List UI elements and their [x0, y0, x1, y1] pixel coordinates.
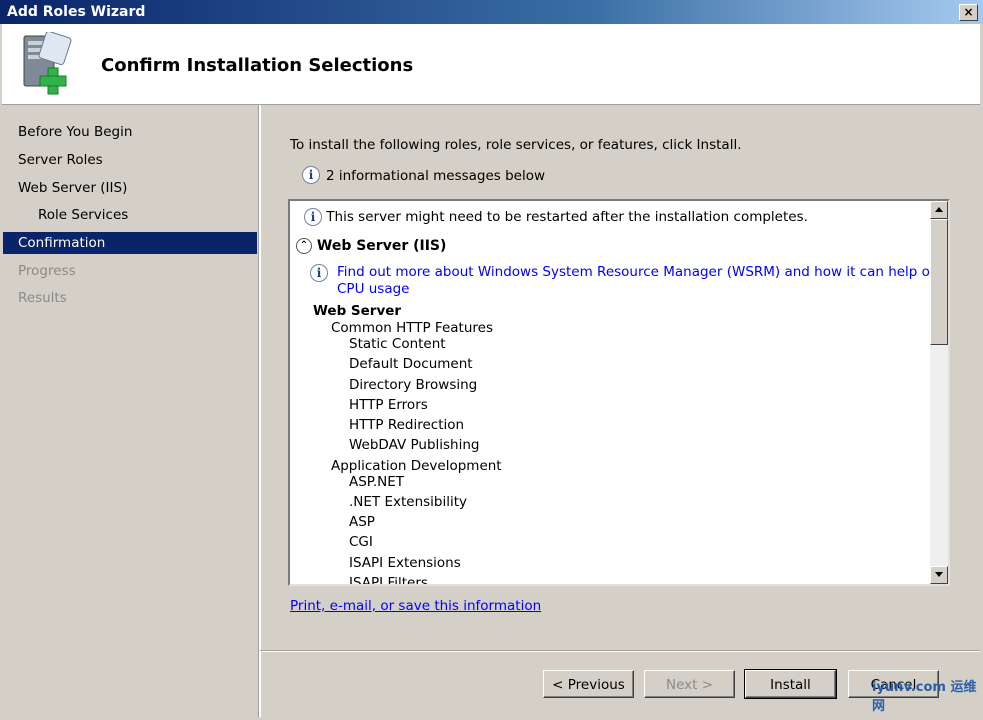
chevron-up-circle-icon[interactable]: ⌃ [296, 238, 312, 254]
info-icon: i [302, 166, 320, 184]
list-item: WebDAV Publishing [349, 437, 480, 453]
confirmation-list[interactable]: i This server might need to be restarted… [288, 199, 950, 586]
subgroup-app-dev: Application Development [331, 458, 502, 474]
close-button[interactable]: × [959, 4, 978, 21]
page-title: Confirm Installation Selections [101, 55, 414, 76]
wizard-header: Confirm Installation Selections [2, 24, 980, 105]
window-title: Add Roles Wizard [7, 4, 146, 20]
arrow-down-icon [935, 572, 943, 577]
wsrm-link-line1[interactable]: Find out more about Windows System Resou… [337, 264, 948, 280]
nav-item-progress: Progress [18, 263, 76, 279]
intro-text: To install the following roles, role ser… [290, 137, 742, 153]
nav-item-confirmation[interactable]: Confirmation [18, 235, 105, 251]
info-icon: i [304, 208, 322, 226]
list-item: Directory Browsing [349, 377, 478, 393]
wsrm-link-line2[interactable]: CPU usage [337, 281, 409, 297]
print-email-save-link[interactable]: Print, e-mail, or save this information [290, 598, 541, 614]
next-button: Next > [644, 670, 735, 698]
section-web-server-iis: ⌃ Web Server (IIS) [296, 238, 446, 254]
nav-item-server-roles[interactable]: Server Roles [18, 152, 103, 168]
list-item: .NET Extensibility [349, 494, 468, 510]
scroll-down-button[interactable] [930, 566, 948, 584]
section-title: Web Server (IIS) [316, 238, 447, 254]
nav-item-results: Results [18, 290, 67, 306]
restart-message: i This server might need to be restarted… [304, 208, 808, 226]
group-web-server: Web Server [313, 303, 402, 319]
info-count-text: 2 informational messages below [326, 168, 546, 184]
list-item: CGI [349, 534, 373, 550]
sidebar-divider [258, 105, 261, 717]
list-item: ISAPI Filters [349, 575, 428, 586]
info-icon: i [310, 264, 328, 282]
previous-button[interactable]: < Previous [543, 670, 634, 698]
list-item: ASP [349, 514, 375, 530]
footer-divider [260, 650, 980, 652]
info-count: i 2 informational messages below [302, 166, 545, 184]
wsrm-info: i [310, 264, 328, 282]
install-button[interactable]: Install [744, 669, 837, 699]
list-item: ISAPI Extensions [349, 555, 461, 571]
scroll-thumb[interactable] [930, 219, 948, 345]
restart-message-text: This server might need to be restarted a… [326, 209, 808, 225]
scroll-up-button[interactable] [930, 201, 948, 219]
title-bar[interactable]: Add Roles Wizard × [0, 0, 983, 24]
list-item: HTTP Errors [349, 397, 428, 413]
list-item: Static Content [349, 336, 446, 352]
nav-item-role-services[interactable]: Role Services [38, 207, 128, 223]
arrow-up-icon [935, 207, 943, 212]
list-item: HTTP Redirection [349, 417, 465, 433]
site-watermark: iyunv.com 运维网 [872, 680, 977, 714]
vertical-scrollbar[interactable] [930, 201, 948, 584]
subgroup-common-http: Common HTTP Features [331, 320, 493, 336]
wizard-sidebar [2, 105, 258, 717]
server-add-icon [23, 32, 72, 95]
nav-item-web-server-iis[interactable]: Web Server (IIS) [18, 180, 127, 196]
nav-item-before-you-begin[interactable]: Before You Begin [18, 124, 132, 140]
list-item: Default Document [349, 356, 473, 372]
list-item: ASP.NET [349, 474, 405, 490]
